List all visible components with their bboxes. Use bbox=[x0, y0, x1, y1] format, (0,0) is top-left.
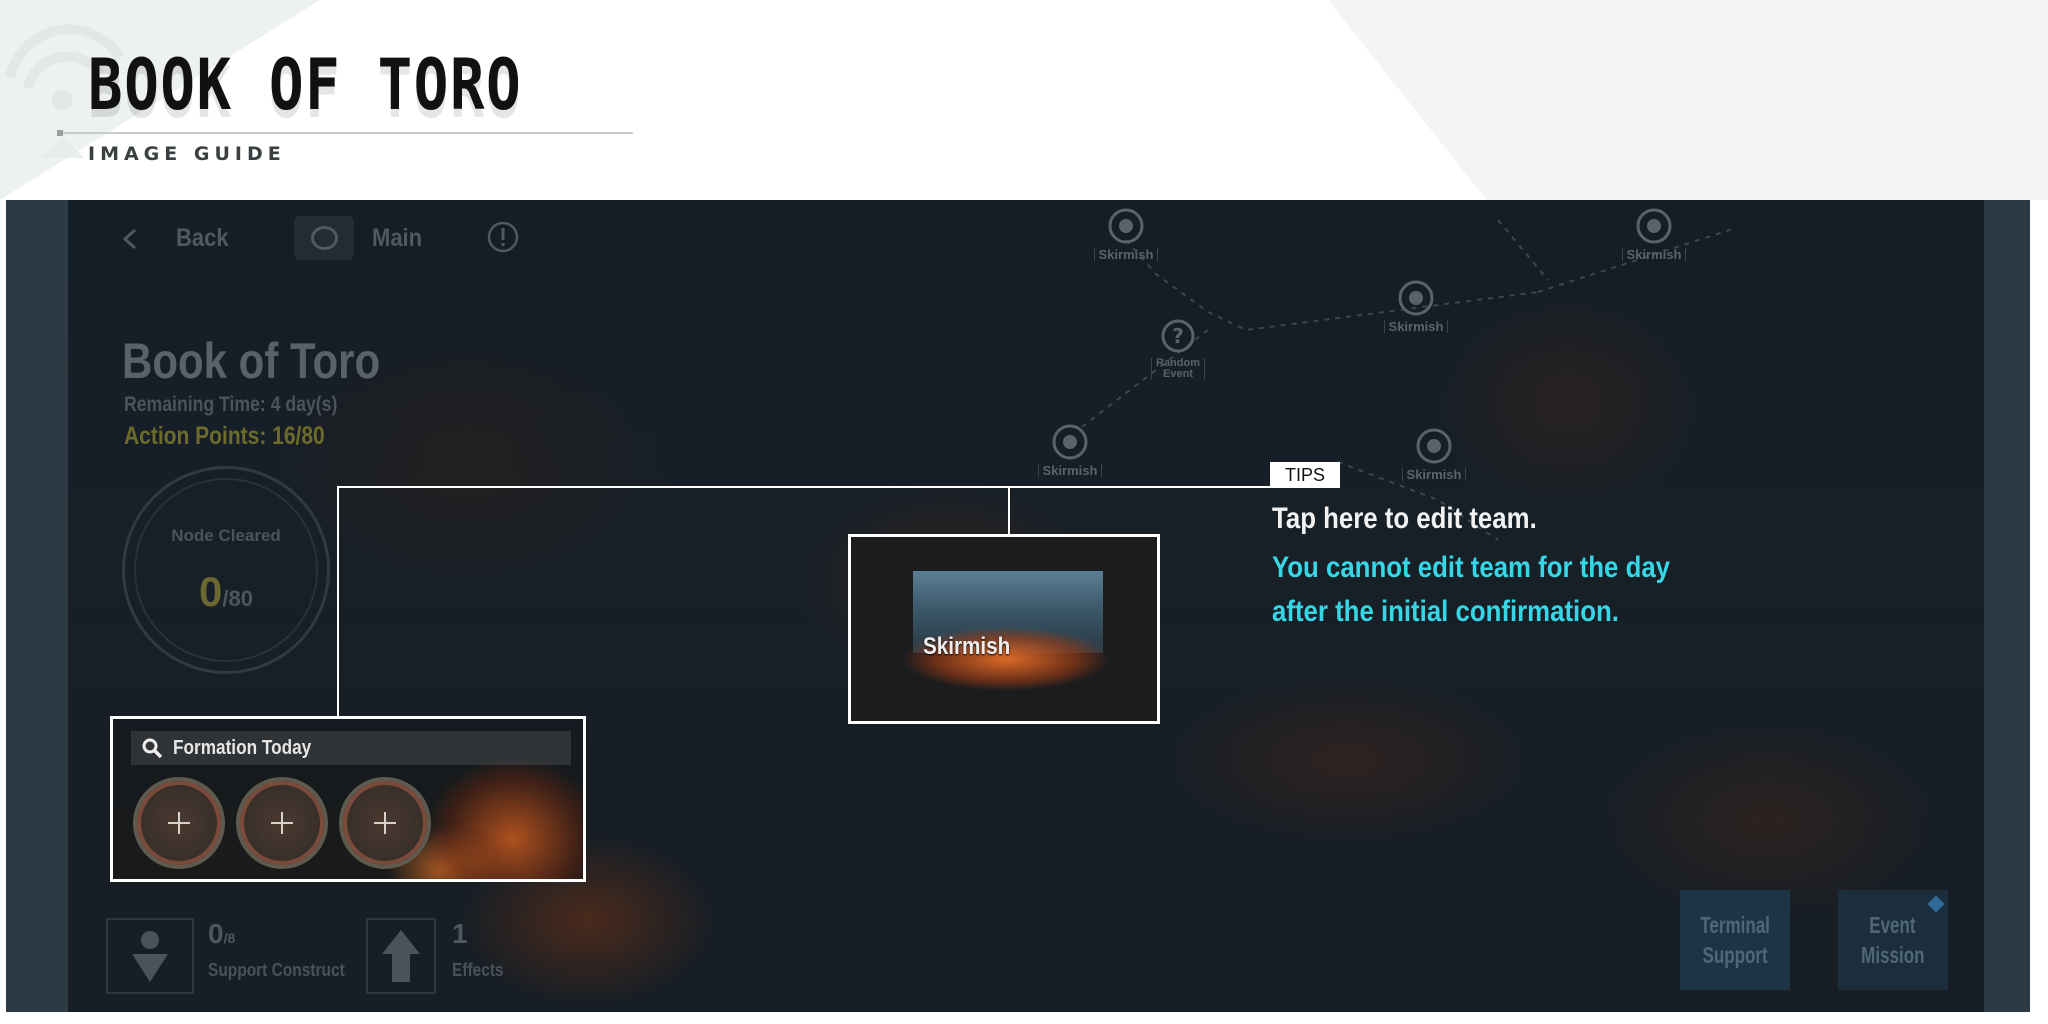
team-slot-add[interactable] bbox=[133, 777, 225, 869]
team-slot-add[interactable] bbox=[339, 777, 431, 869]
support-construct-count: 0/8 bbox=[208, 918, 235, 950]
remaining-time: Remaining Time: 4 day(s) bbox=[124, 393, 338, 416]
support-arrow-icon bbox=[132, 931, 168, 982]
tip-line-2: You cannot edit team for the day bbox=[1272, 551, 1671, 584]
title-divider bbox=[58, 132, 633, 134]
support-count-total: /8 bbox=[223, 930, 236, 946]
target-node-icon bbox=[1416, 428, 1452, 464]
target-node-icon bbox=[1398, 280, 1434, 316]
node-cleared-total: /80 bbox=[222, 586, 253, 611]
header-decor-right bbox=[1328, 0, 2048, 200]
plus-icon bbox=[271, 812, 293, 834]
map-node-label: Skirmish bbox=[1401, 468, 1467, 481]
node-cleared-value: 0 bbox=[199, 568, 223, 615]
event-mission-line1: Event bbox=[1869, 912, 1917, 938]
plus-icon bbox=[168, 812, 190, 834]
support-count-value: 0 bbox=[208, 918, 224, 949]
terminal-support-line2: Support bbox=[1702, 942, 1768, 968]
tip-line-1: Tap here to edit team. bbox=[1272, 502, 1537, 535]
tips-badge: TIPS bbox=[1270, 462, 1340, 488]
terminal-support-button[interactable]: Terminal Support bbox=[1680, 890, 1790, 990]
effects-icon[interactable] bbox=[366, 918, 436, 994]
formation-label: Formation Today bbox=[173, 737, 312, 759]
skirmish-card-label: Skirmish bbox=[923, 633, 1011, 660]
back-button[interactable]: Back bbox=[176, 224, 229, 253]
effects-arrows-icon bbox=[382, 930, 420, 982]
target-node-icon bbox=[1108, 208, 1144, 244]
action-points: Action Points: 16/80 bbox=[124, 422, 325, 450]
connector-line bbox=[1008, 486, 1010, 536]
node-cleared-count: 0/80 bbox=[122, 568, 330, 616]
question-node-icon: ? bbox=[1161, 319, 1195, 353]
map-node-skirmish[interactable]: Skirmish bbox=[1066, 206, 1186, 264]
title-divider-dot bbox=[57, 130, 63, 136]
connector-line bbox=[337, 486, 339, 718]
event-title: Book of Toro bbox=[122, 333, 381, 389]
support-construct-label: Support Construct bbox=[208, 960, 345, 980]
guide-subtitle: IMAGE GUIDE bbox=[88, 143, 286, 165]
terminal-support-line1: Terminal bbox=[1700, 912, 1770, 938]
tip-warning: You cannot edit team for the day after th… bbox=[1272, 546, 1670, 634]
map-node-label: Skirmish bbox=[1037, 464, 1103, 477]
target-node-icon bbox=[1636, 208, 1672, 244]
random-event-line2: Event bbox=[1163, 368, 1193, 380]
main-button[interactable]: Main bbox=[372, 224, 422, 253]
skirmish-node-highlight[interactable]: Skirmish bbox=[848, 534, 1160, 724]
map-node-label: Skirmish bbox=[1093, 248, 1159, 261]
map-node-random-event[interactable]: ? Random Event bbox=[1118, 316, 1238, 382]
guide-header: BOOK OF TORO IMAGE GUIDE bbox=[0, 0, 2048, 200]
event-mission-line2: Mission bbox=[1861, 942, 1925, 968]
effects-label: Effects bbox=[452, 960, 504, 980]
search-icon bbox=[142, 738, 163, 759]
team-slot-add[interactable] bbox=[236, 777, 328, 869]
svg-text:?: ? bbox=[1172, 324, 1184, 348]
target-node-icon bbox=[1052, 424, 1088, 460]
map-node-label: Skirmish bbox=[1383, 320, 1449, 333]
node-cleared-label: Node Cleared bbox=[171, 526, 281, 545]
map-node-skirmish[interactable]: Skirmish bbox=[1374, 426, 1494, 484]
support-construct-icon[interactable] bbox=[106, 918, 194, 994]
map-node-skirmish[interactable]: Skirmish bbox=[1356, 278, 1476, 336]
map-node-skirmish[interactable]: Skirmish bbox=[1594, 206, 1714, 264]
map-node-skirmish[interactable]: Skirmish bbox=[1010, 422, 1130, 480]
formation-today-panel[interactable]: Formation Today bbox=[110, 716, 586, 882]
map-node-label: Skirmish bbox=[1621, 248, 1687, 261]
tip-line-3: after the initial confirmation. bbox=[1272, 595, 1619, 628]
main-home-icon[interactable] bbox=[311, 226, 338, 250]
effects-count: 1 bbox=[452, 918, 468, 949]
back-chevron-icon[interactable] bbox=[120, 228, 142, 250]
map-node-label: Random Event bbox=[1151, 358, 1205, 380]
connector-line bbox=[337, 486, 1270, 488]
plus-icon bbox=[374, 812, 396, 834]
guide-title: BOOK OF TORO bbox=[88, 44, 523, 126]
info-icon[interactable] bbox=[486, 220, 520, 254]
